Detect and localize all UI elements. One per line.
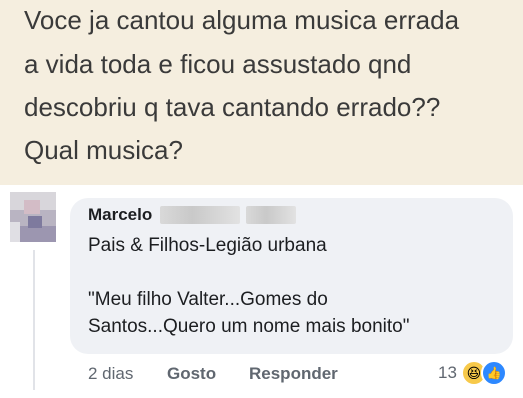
like-thumb-icon: 👍 (480, 360, 507, 386)
post-text-line-3: descobriu q tava cantando errado?? (24, 92, 441, 122)
blurred-surname (246, 206, 296, 224)
reply-button[interactable]: Responder (249, 364, 338, 384)
blurred-surname (160, 206, 240, 224)
post-text-line-1: Voce ja cantou alguma musica errada (24, 5, 460, 35)
avatar-pixel (24, 200, 40, 214)
thread-line (33, 250, 35, 390)
comment-author[interactable]: Marcelo (88, 205, 152, 225)
avatar[interactable] (10, 192, 56, 242)
comment-text-line-3: Santos...Quero um nome mais bonito" (88, 316, 410, 337)
avatar-pixel (28, 216, 42, 228)
comment-timestamp[interactable]: 2 dias (88, 364, 133, 384)
post-card: Voce ja cantou alguma musica errada a vi… (0, 0, 523, 185)
post-text-line-2: a vida toda e ficou assustado qnd (24, 49, 412, 79)
comment-text-line-2: "Meu filho Valter...Gomes do (88, 289, 328, 310)
like-button[interactable]: Gosto (167, 364, 216, 384)
comment-text-line-1: Pais & Filhos-Legião urbana (88, 235, 327, 256)
reactions-summary[interactable]: 13 😆 👍 (438, 360, 507, 386)
reaction-count: 13 (438, 363, 457, 382)
post-text-line-4: Qual musica? (24, 135, 183, 165)
avatar-pixel (10, 222, 20, 242)
